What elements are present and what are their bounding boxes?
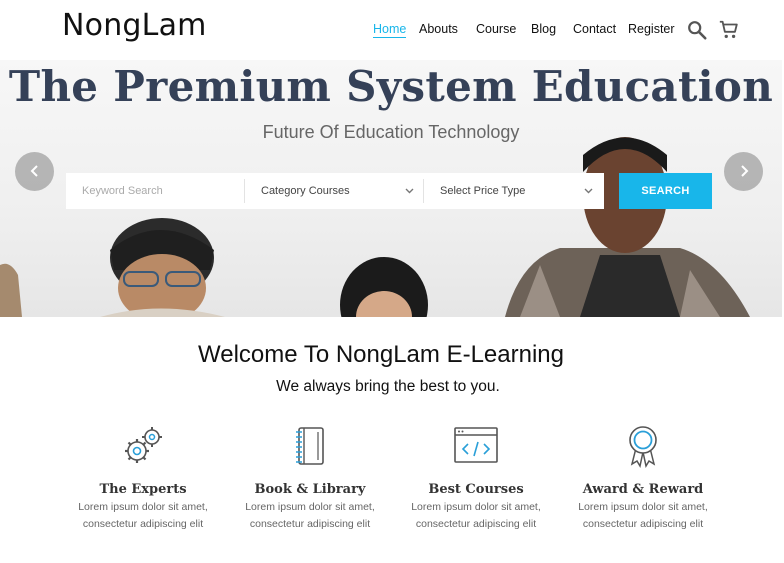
search-icon[interactable] [686,19,708,41]
welcome-subtitle: We always bring the best to you. [276,378,500,395]
feature-experts: The Experts Lorem ipsum dolor sit amet, c… [68,424,218,533]
hero-subtitle: Future Of Education Technology [262,122,520,142]
keyword-search-input[interactable] [66,173,244,209]
feature-description: Lorem ipsum dolor sit amet, consectetur a… [245,501,375,530]
award-icon [629,426,657,468]
nav-register[interactable]: Register [628,22,675,36]
cart-icon[interactable] [718,19,740,41]
nav-course[interactable]: Course [476,22,516,36]
divider [423,179,424,203]
code-window-icon [454,427,498,463]
welcome-title: Welcome To NongLam E-Learning [198,341,564,368]
nav-home[interactable]: Home [373,22,407,38]
price-type-select[interactable]: Select Price Type [440,173,595,209]
feature-title: Book & Library [254,482,366,497]
divider [244,179,245,203]
chevron-down-icon [584,188,593,194]
feature-library: Book & Library Lorem ipsum dolor sit ame… [235,424,385,533]
feature-award: Award & Reward Lorem ipsum dolor sit ame… [568,424,718,533]
feature-description: Lorem ipsum dolor sit amet, consectetur a… [578,501,708,530]
search-button[interactable]: SEARCH [619,173,712,209]
chevron-down-icon [405,188,414,194]
category-select[interactable]: Category Courses [261,173,416,209]
nav-contact[interactable]: Contact [573,22,616,36]
site-logo[interactable]: NongLam [62,8,207,43]
feature-description: Lorem ipsum dolor sit amet, consectetur a… [411,501,541,530]
carousel-prev-button[interactable] [15,152,54,191]
gears-icon [125,427,162,463]
nav-abouts[interactable]: Abouts [419,22,458,36]
feature-title: The Experts [99,482,187,497]
notebook-icon [296,427,324,465]
feature-title: Best Courses [428,482,524,497]
feature-description: Lorem ipsum dolor sit amet, consectetur a… [78,501,208,530]
chevron-left-icon [30,165,38,177]
course-search-bar: Category Courses Select Price Type [66,173,604,209]
feature-courses: Best Courses Lorem ipsum dolor sit amet,… [401,424,551,533]
site-header: NongLam Home Abouts Course Blog Contact … [0,0,784,60]
hero-banner: The Premium System Education Future Of E… [0,60,782,317]
carousel-next-button[interactable] [724,152,763,191]
hero-title: The Premium System Education [8,62,774,111]
chevron-right-icon [740,165,748,177]
nav-blog[interactable]: Blog [531,22,556,36]
feature-title: Award & Reward [582,482,704,497]
